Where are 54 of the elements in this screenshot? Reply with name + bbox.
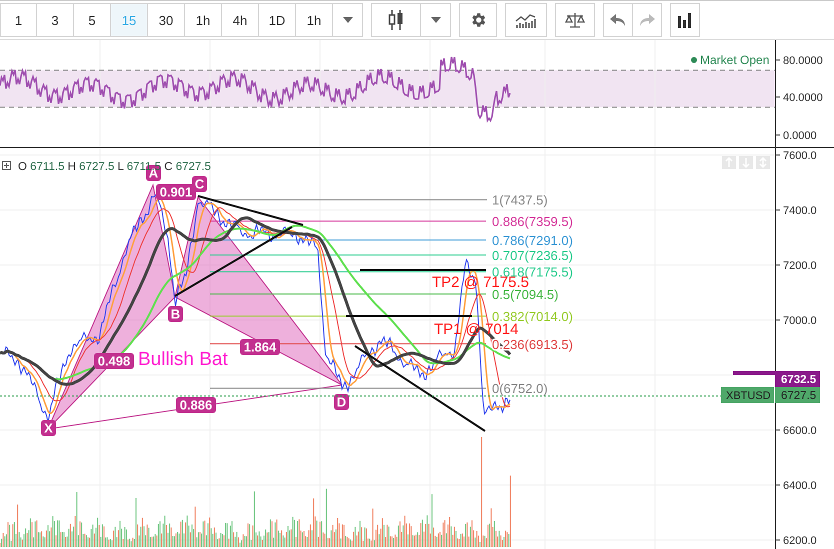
- interval-button[interactable]: 1: [0, 3, 37, 37]
- undo-icon: [610, 14, 626, 26]
- settings-button[interactable]: [459, 3, 497, 37]
- pattern-label: 0.886: [176, 397, 216, 413]
- interval-button[interactable]: 30: [148, 3, 185, 37]
- pattern-label: D: [334, 394, 349, 410]
- redo-icon: [639, 14, 655, 26]
- pattern-label: X: [41, 420, 56, 436]
- symbol-tag: XBTUSD: [721, 387, 774, 403]
- price-axis-label: 7200.0: [783, 260, 817, 272]
- pattern-label: B: [168, 306, 183, 322]
- axis-label: 40.0000: [783, 92, 823, 104]
- indicators-button[interactable]: [505, 3, 547, 37]
- candles-button[interactable]: [371, 3, 421, 37]
- pattern-label: 0.498: [94, 353, 134, 369]
- fib-level-label: 0.707(7236.5): [492, 248, 573, 263]
- interval-button[interactable]: 1D: [259, 3, 296, 37]
- dropdown-button[interactable]: [333, 3, 363, 37]
- price-axis-label: 6600.0: [783, 425, 817, 437]
- bars-button[interactable]: [670, 3, 700, 37]
- interval-button[interactable]: 5: [74, 3, 111, 37]
- interval-button[interactable]: 3: [37, 3, 74, 37]
- price-axis-label: 7400.0: [783, 205, 817, 217]
- compare-button[interactable]: [555, 3, 595, 37]
- pattern-name: Bullish Bat: [138, 349, 228, 370]
- undo-button[interactable]: [603, 3, 633, 37]
- axis-label: 80.0000: [783, 55, 823, 67]
- caret-icon: [342, 17, 352, 23]
- current-price-tag: 6727.5: [775, 387, 820, 403]
- interval-button[interactable]: 1h: [296, 3, 333, 37]
- scales-icon: [565, 12, 585, 28]
- bar-chart-icon: [677, 12, 693, 28]
- price-axis-label: 7600.0: [783, 150, 817, 162]
- price-axis-label: 6400.0: [783, 480, 817, 492]
- crosshair-icon[interactable]: [2, 161, 11, 170]
- status-dot-icon: [691, 57, 697, 63]
- fib-level-label: 0.5(7094.5): [492, 287, 558, 302]
- fib-level-label: 0.382(7014.0): [492, 309, 573, 324]
- interval-button[interactable]: 1h: [185, 3, 222, 37]
- candlestick-icon: [388, 9, 404, 31]
- market-status: Market Open: [700, 53, 770, 67]
- price-axis-label: 6200.0: [783, 535, 817, 547]
- pattern-label: 0.901: [156, 184, 196, 200]
- price-axis-label: 7000.0: [783, 315, 817, 327]
- fib-level-label: 0.886(7359.5): [492, 214, 573, 230]
- interval-button[interactable]: 4h: [222, 3, 259, 37]
- pattern-label: 1.864: [240, 339, 280, 355]
- fib-level-label: 1(7437.5): [492, 192, 548, 208]
- dropdown-button[interactable]: [421, 3, 451, 37]
- axis-label: 0.0000: [783, 130, 817, 142]
- indicator-chart-icon: [515, 12, 537, 28]
- last-price-tag: 6732.5: [775, 371, 820, 387]
- fib-level-label: 0.786(7291.0): [492, 232, 573, 248]
- caret-icon: [430, 17, 440, 23]
